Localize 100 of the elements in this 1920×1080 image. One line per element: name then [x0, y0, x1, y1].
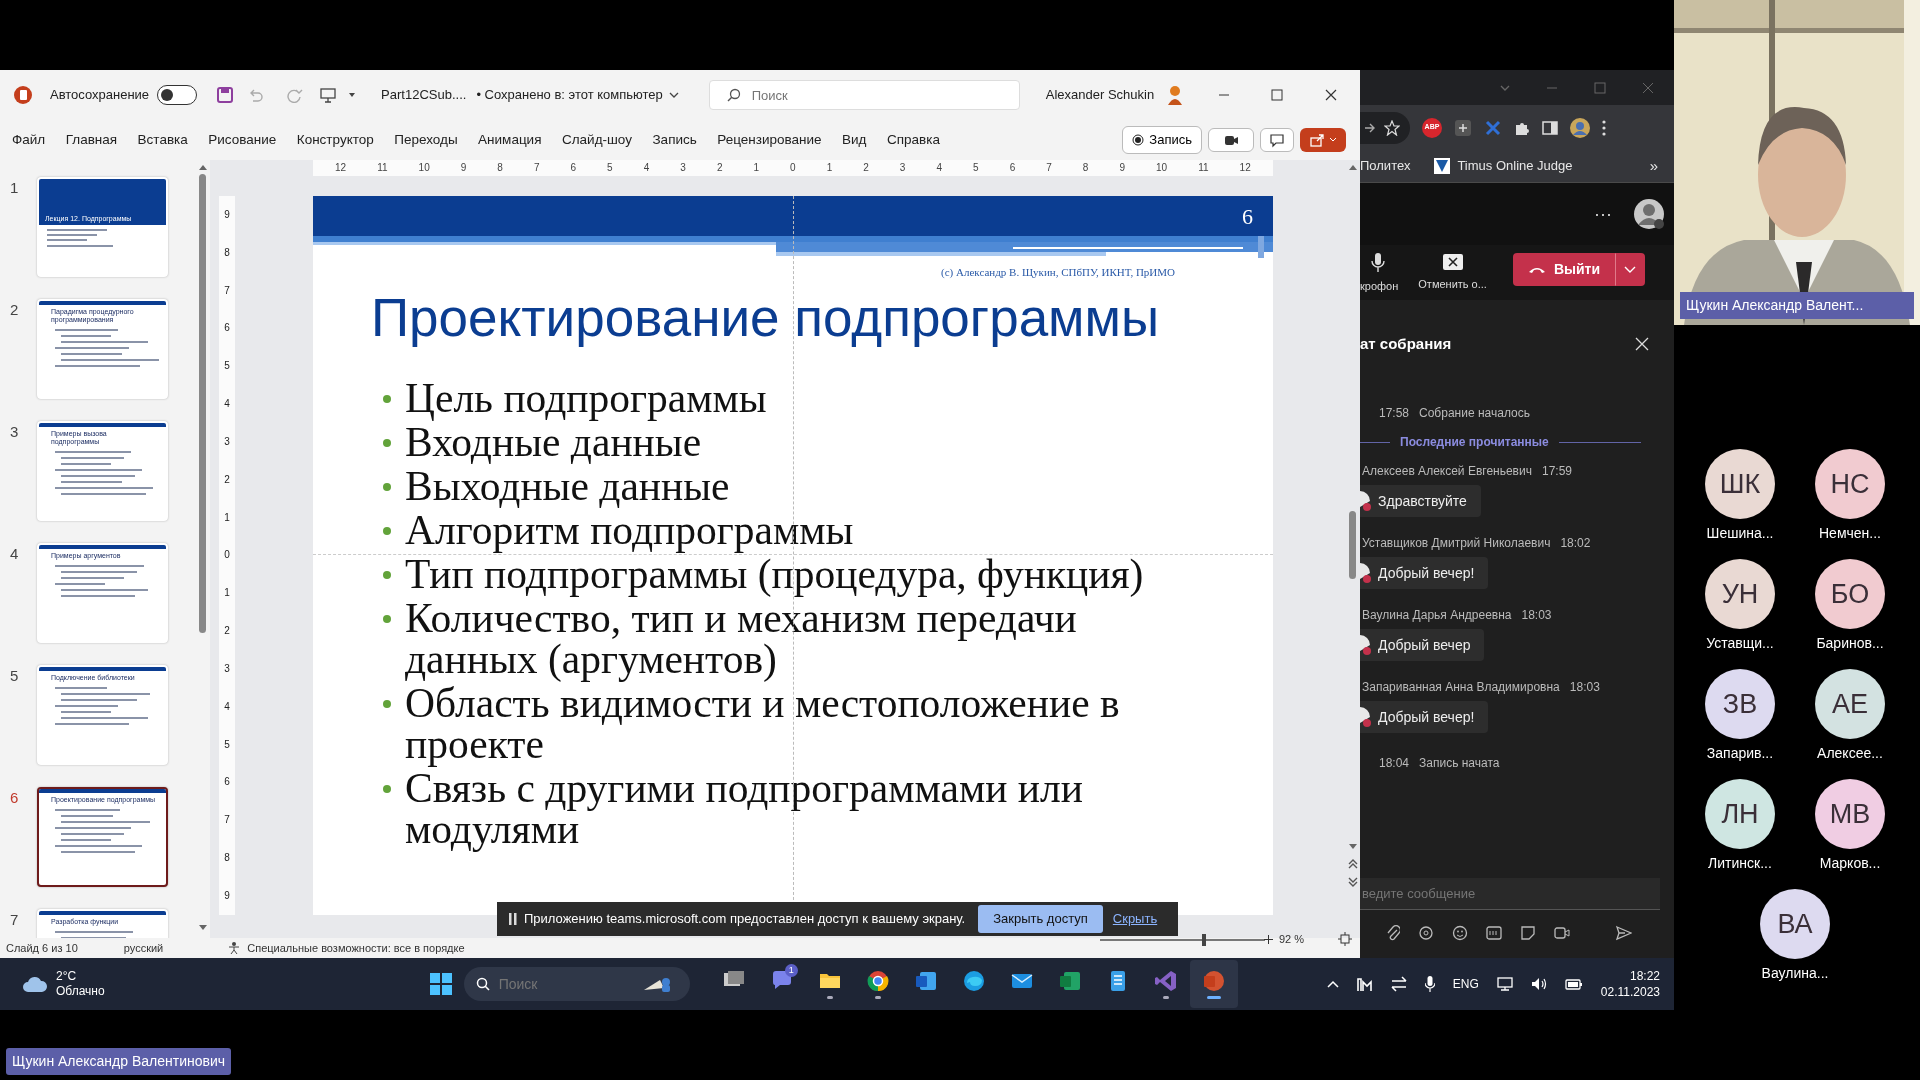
menu-item[interactable]: Файл [12, 129, 46, 151]
menu-item[interactable]: Главная [65, 129, 118, 151]
call-control-button[interactable]: Отменить о... [1418, 253, 1487, 293]
file-name[interactable]: Part12CSub.... [381, 85, 467, 105]
gif-icon[interactable] [1486, 926, 1502, 940]
record-button[interactable]: Запись [1122, 126, 1202, 154]
menu-item[interactable]: Анимация [478, 129, 542, 151]
loop-icon[interactable] [1418, 925, 1434, 941]
call-control-button[interactable]: крофон [1360, 253, 1399, 295]
tab-list-icon[interactable] [1500, 83, 1510, 92]
menu-item[interactable]: Рецензирование [717, 129, 822, 151]
ruler-number: 6 [570, 161, 577, 175]
sidebar-icon[interactable] [1542, 119, 1558, 136]
more-bookmarks-button[interactable]: » [1649, 154, 1658, 178]
accessibility-icon[interactable] [227, 941, 242, 955]
bookmark-link[interactable]: Политех [1360, 156, 1411, 176]
chevron-icon[interactable] [668, 91, 679, 99]
participant-avatar[interactable]: ВА [1760, 889, 1830, 959]
bullet-text: Выходные данные [405, 466, 731, 507]
menu-item[interactable]: Слайд-шоу [561, 129, 632, 151]
user-avatar-icon[interactable] [1634, 199, 1664, 229]
scroll-down-icon[interactable] [197, 924, 208, 932]
search-field[interactable]: Поиск [708, 80, 1020, 110]
present-icon[interactable] [320, 87, 337, 103]
tray-app-icon[interactable] [1356, 976, 1373, 992]
bullet-dot [383, 483, 391, 491]
presenter-name-tag: Щукин Александр Валентинович [6, 1048, 232, 1075]
clock[interactable]: 18:22 02.11.2023 [1600, 968, 1660, 1000]
participant-avatar[interactable]: ЛН [1705, 779, 1775, 849]
input-language[interactable]: ENG [1452, 975, 1479, 993]
extension-icon[interactable] [1454, 118, 1472, 137]
emoji-icon[interactable] [1452, 925, 1468, 941]
ruler-number: 4 [643, 161, 650, 175]
more-icon[interactable] [1602, 119, 1606, 136]
share-button[interactable] [1300, 128, 1346, 152]
next-slide-icon[interactable] [1347, 877, 1358, 887]
scroll-up-icon[interactable] [197, 163, 208, 171]
stop-sharing-button[interactable]: Закрыть доступ [978, 905, 1103, 933]
caret-icon[interactable] [348, 91, 357, 99]
comment-button[interactable] [1260, 128, 1294, 152]
zoom-level[interactable]: 92 % [1279, 931, 1305, 948]
participant-avatar[interactable]: ШК [1705, 449, 1775, 519]
menu-item[interactable]: Конструктор [296, 129, 374, 151]
zoom-in-icon[interactable] [1264, 934, 1273, 944]
language-indicator[interactable]: русский [123, 939, 164, 957]
menu-item[interactable]: Запись [652, 129, 697, 151]
leave-options-button[interactable] [1615, 253, 1646, 286]
profile-avatar-icon[interactable] [1570, 117, 1590, 138]
bullet-text: Входные данные [405, 422, 702, 463]
taskbar-search-field[interactable]: Поиск [463, 967, 690, 1001]
maximize-icon[interactable] [1271, 89, 1284, 101]
battery-icon[interactable] [1564, 977, 1583, 991]
taskbar-app-button[interactable]: 1 [757, 960, 806, 1008]
address-bar[interactable] [1360, 111, 1410, 144]
attach-icon[interactable] [1386, 925, 1400, 941]
user-name[interactable]: Alexander Schukin [1045, 85, 1155, 105]
weather-icon [22, 975, 48, 993]
record-icon [1132, 134, 1145, 146]
scroll-down-icon[interactable] [1347, 843, 1358, 851]
zoom-slider-thumb[interactable] [1202, 934, 1207, 946]
leave-button[interactable]: Выйти [1512, 253, 1616, 286]
sticker-icon[interactable] [1520, 925, 1536, 941]
participant-name: Запарив... [1706, 744, 1774, 763]
menu-item[interactable]: Переходы [394, 129, 458, 151]
participant-avatar[interactable]: НС [1815, 449, 1885, 519]
star-icon[interactable] [1384, 119, 1400, 136]
autosave-toggle[interactable] [157, 85, 198, 105]
scrollbar-thumb[interactable] [199, 174, 206, 633]
message-input[interactable]: ведите сообщение [1360, 878, 1660, 910]
close-icon[interactable] [1325, 89, 1338, 101]
participant-avatar[interactable]: ЗВ [1705, 669, 1775, 739]
microphone-icon[interactable] [1424, 976, 1435, 992]
scrollbar-thumb[interactable] [1349, 511, 1356, 579]
previous-slide-icon[interactable] [1347, 859, 1358, 869]
menu-item[interactable]: Рисование [208, 129, 277, 151]
video-clip-icon[interactable] [1554, 926, 1570, 940]
participant-avatar[interactable]: МВ [1815, 779, 1885, 849]
participant-avatar[interactable]: БО [1815, 559, 1885, 629]
participant-avatar[interactable]: АЕ [1815, 669, 1885, 739]
hide-link[interactable]: Скрыть [1112, 909, 1158, 929]
accessibility-status[interactable]: Специальные возможности: все в порядке [247, 939, 465, 957]
save-icon[interactable] [217, 87, 234, 103]
tray-transfer-icon[interactable] [1390, 976, 1407, 992]
ruler-number: 3 [224, 436, 230, 447]
more-button[interactable]: ··· [1594, 200, 1612, 228]
menu-item[interactable]: Справка [886, 129, 940, 151]
scroll-up-icon[interactable] [1347, 163, 1358, 171]
menu-item[interactable]: Вид [842, 129, 867, 151]
send-icon[interactable] [1616, 925, 1632, 941]
network-icon[interactable] [1496, 976, 1513, 992]
participant-avatar[interactable]: УН [1705, 559, 1775, 629]
camera-button[interactable] [1208, 128, 1254, 152]
ruler-number: 4 [224, 701, 230, 712]
bookmark-link[interactable]: Timus Online Judge [1434, 156, 1573, 176]
message-time: 18:03 [1569, 679, 1600, 696]
start-icon[interactable] [429, 973, 452, 995]
fit-slide-icon[interactable] [1338, 932, 1353, 947]
menu-item[interactable]: Вставка [137, 129, 188, 151]
volume-icon[interactable] [1530, 976, 1547, 992]
chevron-up-icon[interactable] [1326, 980, 1339, 988]
